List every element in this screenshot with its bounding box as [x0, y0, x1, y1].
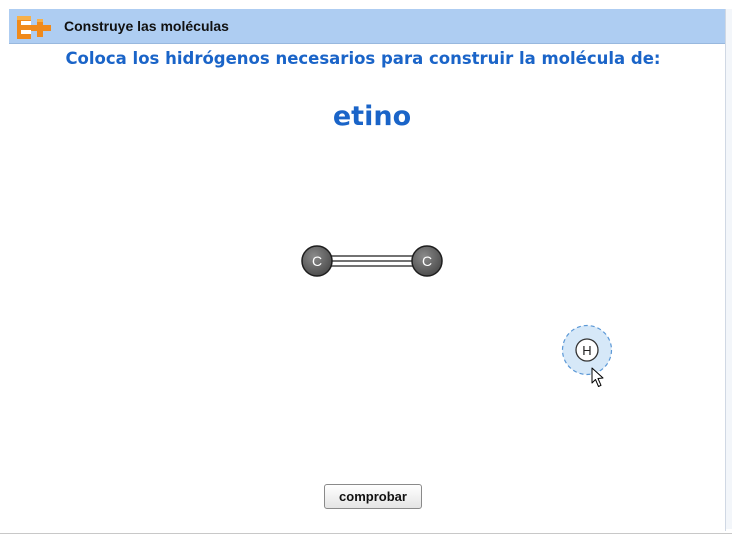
molecule-canvas[interactable]: C C H	[0, 0, 732, 537]
carbon-atom-right-label: C	[422, 253, 432, 269]
carbon-atom-right[interactable]: C	[411, 245, 443, 277]
hydrogen-atom-label: H	[582, 343, 591, 358]
bottom-divider	[0, 533, 732, 534]
carbon-atom-left-label: C	[312, 253, 322, 269]
triple-bond	[330, 255, 414, 267]
hydrogen-atom-source[interactable]: H	[561, 324, 613, 376]
check-button[interactable]: comprobar	[324, 484, 422, 509]
right-edge	[726, 9, 732, 529]
carbon-atom-left[interactable]: C	[301, 245, 333, 277]
